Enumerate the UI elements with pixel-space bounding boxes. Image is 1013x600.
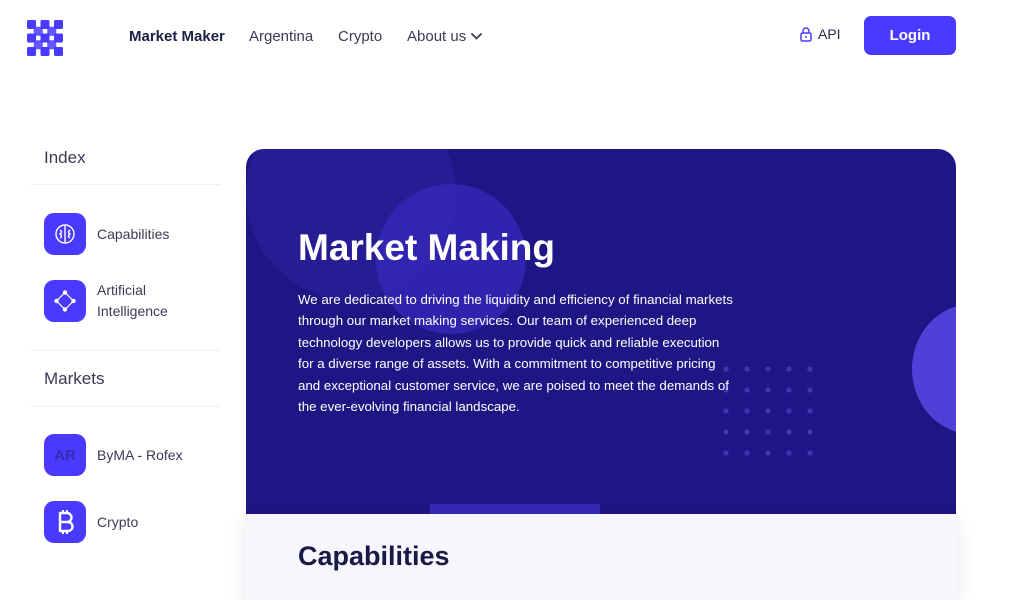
decorative-bar xyxy=(430,504,600,514)
api-link[interactable]: API xyxy=(800,26,841,42)
sidebar-index-heading: Index xyxy=(44,148,86,167)
argentina-market-icon: AR xyxy=(44,434,86,476)
hero-card: Market Making We are dedicated to drivin… xyxy=(246,149,956,514)
login-button[interactable]: Login xyxy=(864,16,956,55)
sidebar-item-artificial-intelligence[interactable]: Artificial Intelligence xyxy=(44,280,197,322)
bitcoin-icon xyxy=(44,501,86,543)
hero-title: Market Making xyxy=(298,227,556,268)
sidebar-item-crypto[interactable]: Crypto xyxy=(44,501,197,543)
market-icon-text: AR xyxy=(54,446,76,464)
sidebar-item-byma-rofex[interactable]: AR ByMA - Rofex xyxy=(44,434,197,476)
decorative-circle xyxy=(912,304,956,434)
lattice-logo-icon[interactable] xyxy=(27,20,63,56)
sidebar-item-label: Capabilities xyxy=(97,225,170,242)
chevron-down-icon xyxy=(471,33,483,40)
capabilities-section: Capabilities xyxy=(246,514,956,600)
nav-crypto[interactable]: Crypto xyxy=(338,28,382,45)
nav-about-us-label: About us xyxy=(407,28,467,45)
nav-argentina[interactable]: Argentina xyxy=(249,28,313,45)
brain-icon xyxy=(44,213,86,255)
sidebar-markets-heading: Markets xyxy=(44,369,105,388)
capabilities-title: Capabilities xyxy=(298,541,450,571)
lock-icon xyxy=(800,26,812,42)
sidebar-item-capabilities[interactable]: Capabilities xyxy=(44,213,197,255)
api-label: API xyxy=(818,26,841,42)
sidebar-item-label: Crypto xyxy=(97,513,139,530)
sidebar-divider xyxy=(30,184,220,185)
sidebar-item-label: ByMA - Rofex xyxy=(97,446,183,463)
sidebar-divider xyxy=(30,350,220,351)
sidebar-divider xyxy=(30,406,220,407)
network-icon xyxy=(44,280,86,322)
nav-market-maker[interactable]: Market Maker xyxy=(129,28,225,45)
sidebar-item-label: Artificial Intelligence xyxy=(97,282,168,319)
nav-about-us[interactable]: About us xyxy=(407,28,483,45)
hero-description: We are dedicated to driving the liquidit… xyxy=(298,292,733,415)
